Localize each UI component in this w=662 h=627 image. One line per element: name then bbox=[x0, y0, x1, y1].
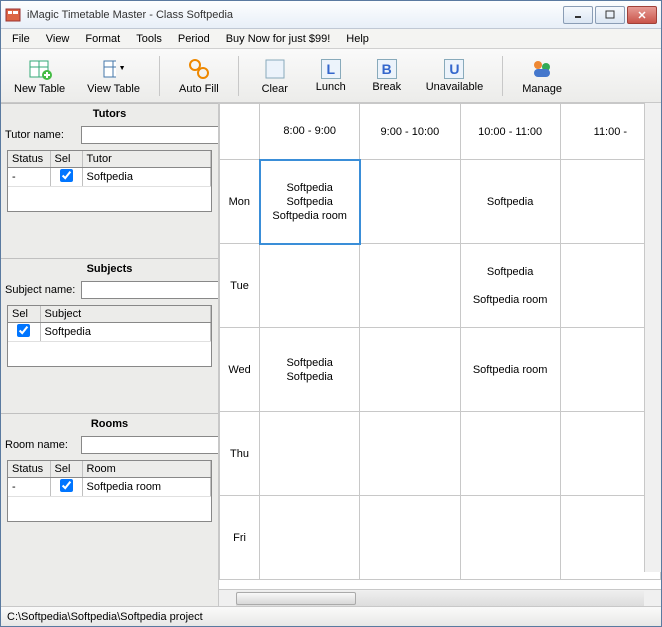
auto-fill-button[interactable]: Auto Fill bbox=[172, 54, 226, 98]
clear-button[interactable]: Clear bbox=[251, 54, 299, 98]
subjects-panel: Subjects Subject name: Sel Subject Softp… bbox=[1, 258, 218, 413]
table-row: Softpedia bbox=[8, 322, 211, 341]
time-header[interactable]: 9:00 - 10:00 bbox=[360, 104, 460, 160]
menu-tools[interactable]: Tools bbox=[129, 31, 169, 47]
timetable-cell[interactable] bbox=[360, 160, 460, 244]
time-header[interactable]: 8:00 - 9:00 bbox=[260, 104, 360, 160]
timetable-cell[interactable] bbox=[260, 412, 360, 496]
break-button[interactable]: B Break bbox=[363, 54, 411, 98]
rooms-heading: Rooms bbox=[1, 414, 218, 434]
status-path: C:\Softpedia\Softpedia\Softpedia project bbox=[7, 611, 203, 623]
room-sel-checkbox[interactable] bbox=[60, 479, 73, 492]
close-button[interactable] bbox=[627, 6, 657, 24]
horizontal-scrollbar[interactable] bbox=[219, 589, 661, 606]
timetable-cell[interactable] bbox=[460, 496, 560, 580]
subject-name-label: Subject name: bbox=[5, 284, 77, 296]
tutor-name-input[interactable] bbox=[81, 126, 219, 144]
timetable-cell[interactable]: SoftpediaSoftpediaSoftpedia room bbox=[260, 160, 360, 244]
timetable-cell[interactable] bbox=[360, 244, 460, 328]
timetable-cell[interactable] bbox=[260, 244, 360, 328]
gears-icon bbox=[187, 57, 211, 81]
table-row: - Softpedia bbox=[8, 167, 211, 186]
tutors-heading: Tutors bbox=[1, 104, 218, 124]
menu-file[interactable]: File bbox=[5, 31, 37, 47]
new-table-button[interactable]: New Table bbox=[7, 54, 72, 98]
menu-help[interactable]: Help bbox=[339, 31, 376, 47]
sidebar: Tutors Tutor name: Status Sel Tutor - bbox=[1, 103, 219, 606]
menu-view[interactable]: View bbox=[39, 31, 77, 47]
timetable-area: 8:00 - 9:009:00 - 10:0010:00 - 11:0011:0… bbox=[219, 103, 661, 606]
rooms-panel: Rooms Room name: Status Sel Room - bbox=[1, 413, 218, 568]
window-title: iMagic Timetable Master - Class Softpedi… bbox=[27, 9, 563, 21]
title-bar: iMagic Timetable Master - Class Softpedi… bbox=[1, 1, 661, 29]
subject-name-input[interactable] bbox=[81, 281, 219, 299]
app-icon bbox=[5, 7, 21, 23]
status-bar: C:\Softpedia\Softpedia\Softpedia project bbox=[1, 606, 661, 626]
people-icon bbox=[530, 57, 554, 81]
timetable-cell[interactable]: Softpedia bbox=[460, 160, 560, 244]
time-header[interactable]: 10:00 - 11:00 bbox=[460, 104, 560, 160]
room-name-label: Room name: bbox=[5, 439, 77, 451]
grid-corner bbox=[220, 104, 260, 160]
timetable-cell[interactable] bbox=[360, 328, 460, 412]
timetable-cell[interactable] bbox=[360, 496, 460, 580]
menu-format[interactable]: Format bbox=[78, 31, 127, 47]
main-area: Tutors Tutor name: Status Sel Tutor - bbox=[1, 103, 661, 606]
lunch-button[interactable]: L Lunch bbox=[307, 54, 355, 98]
day-header[interactable]: Fri bbox=[220, 496, 260, 580]
tutor-sel-checkbox[interactable] bbox=[60, 169, 73, 182]
timetable-cell[interactable] bbox=[360, 412, 460, 496]
table-row: - Softpedia room bbox=[8, 477, 211, 496]
day-header[interactable]: Wed bbox=[220, 328, 260, 412]
timetable-cell[interactable]: Softpedia Softpedia room bbox=[460, 244, 560, 328]
toolbar-separator bbox=[159, 56, 160, 96]
day-header[interactable]: Thu bbox=[220, 412, 260, 496]
view-table-button[interactable]: ▼ View Table bbox=[80, 54, 147, 98]
unavailable-icon: U bbox=[444, 59, 464, 79]
room-name-input[interactable] bbox=[81, 436, 219, 454]
subjects-heading: Subjects bbox=[1, 259, 218, 279]
timetable-cell[interactable]: Softpedia room bbox=[460, 328, 560, 412]
manage-button[interactable]: Manage bbox=[515, 54, 569, 98]
tutors-grid[interactable]: Status Sel Tutor - Softpedia bbox=[7, 150, 212, 212]
timetable-grid[interactable]: 8:00 - 9:009:00 - 10:0010:00 - 11:0011:0… bbox=[219, 103, 661, 580]
clear-icon bbox=[263, 57, 287, 81]
vertical-scrollbar[interactable] bbox=[644, 103, 661, 572]
menu-buy-now[interactable]: Buy Now for just $99! bbox=[219, 31, 338, 47]
tutor-name-label: Tutor name: bbox=[5, 129, 77, 141]
timetable-cell[interactable] bbox=[460, 412, 560, 496]
lunch-icon: L bbox=[321, 59, 341, 79]
subjects-grid[interactable]: Sel Subject Softpedia bbox=[7, 305, 212, 367]
timetable-cell[interactable] bbox=[260, 496, 360, 580]
menu-bar: File View Format Tools Period Buy Now fo… bbox=[1, 29, 661, 49]
subject-sel-checkbox[interactable] bbox=[17, 324, 30, 337]
toolbar: New Table ▼ View Table Auto Fill Clear L… bbox=[1, 49, 661, 103]
tutors-panel: Tutors Tutor name: Status Sel Tutor - bbox=[1, 103, 218, 258]
view-table-icon: ▼ bbox=[102, 57, 126, 81]
day-header[interactable]: Mon bbox=[220, 160, 260, 244]
unavailable-button[interactable]: U Unavailable bbox=[419, 54, 490, 98]
timetable-cell[interactable]: SoftpediaSoftpedia bbox=[260, 328, 360, 412]
day-header[interactable]: Tue bbox=[220, 244, 260, 328]
break-icon: B bbox=[377, 59, 397, 79]
new-table-icon bbox=[28, 57, 52, 81]
menu-period[interactable]: Period bbox=[171, 31, 217, 47]
minimize-button[interactable] bbox=[563, 6, 593, 24]
toolbar-separator bbox=[502, 56, 503, 96]
rooms-grid[interactable]: Status Sel Room - Softpedia room bbox=[7, 460, 212, 522]
maximize-button[interactable] bbox=[595, 6, 625, 24]
toolbar-separator bbox=[238, 56, 239, 96]
